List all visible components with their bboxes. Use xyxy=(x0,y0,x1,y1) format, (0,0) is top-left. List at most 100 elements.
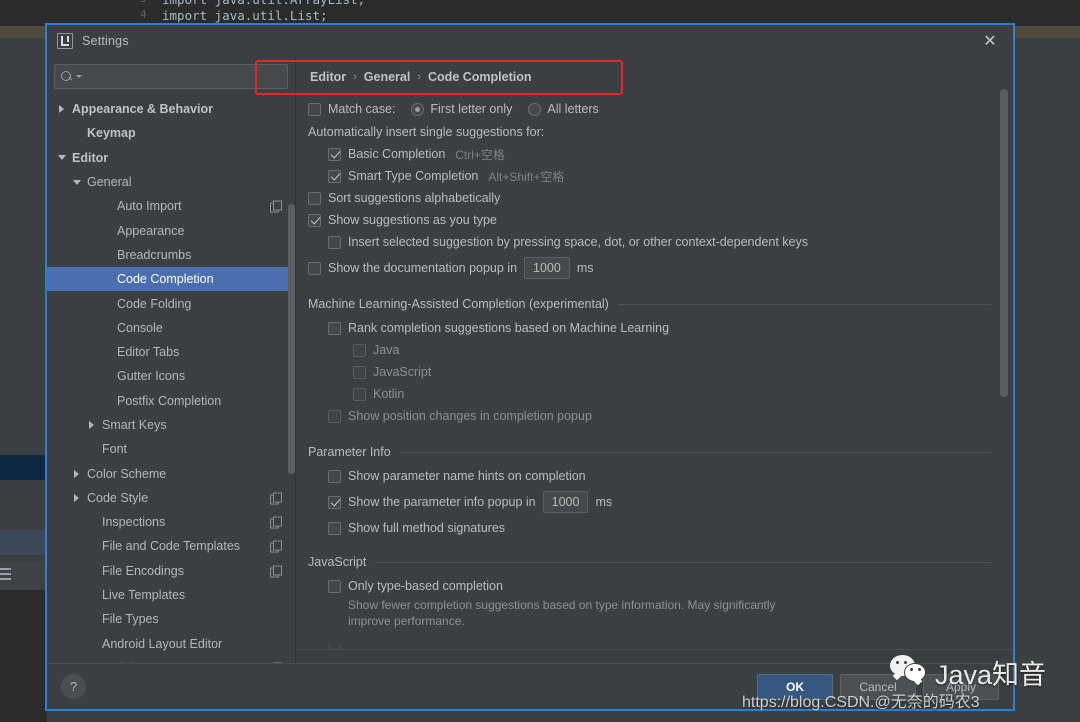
ml-section-title: Machine Learning-Assisted Completion (ex… xyxy=(308,297,609,311)
sidebar-item-console[interactable]: Console xyxy=(47,316,295,340)
sidebar-item-appearance[interactable]: Appearance xyxy=(47,218,295,242)
sidebar-item-label: Editor xyxy=(72,150,109,165)
sidebar-item-label: Gutter Icons xyxy=(117,369,186,384)
smart-type-completion-label: Smart Type Completion xyxy=(348,169,479,183)
sidebar-item-postfix-completion[interactable]: Postfix Completion xyxy=(47,389,295,413)
content-scrollbar[interactable] xyxy=(1000,89,1008,397)
sidebar-item-inspections[interactable]: Inspections xyxy=(47,510,295,534)
dialog-body: Appearance & Behavior Keymap Editor General… xyxy=(47,57,1013,663)
match-case-checkbox[interactable] xyxy=(308,102,321,116)
ml-position-changes-checkbox[interactable] xyxy=(328,409,341,423)
sidebar-item-auto-import[interactable]: Auto Import xyxy=(47,194,295,218)
sort-alphabetically-label: Sort suggestions alphabetically xyxy=(328,191,501,205)
doc-popup-label: Show the documentation popup in xyxy=(328,261,518,275)
ml-rank-checkbox[interactable] xyxy=(328,321,341,335)
sidebar-item-label: File Types xyxy=(102,612,159,627)
sidebar-item-editor[interactable]: Editor xyxy=(47,146,295,170)
auto-insert-label: Automatically insert single suggestions … xyxy=(308,125,545,139)
menu-icon[interactable] xyxy=(0,568,12,582)
sidebar-item-file-encodings[interactable]: File Encodings xyxy=(47,559,295,583)
sidebar-item-font[interactable]: Font xyxy=(47,437,295,461)
js-type-based-checkbox[interactable] xyxy=(328,579,341,593)
ml-rank-label: Rank completion suggestions based on Mac… xyxy=(348,321,670,335)
chevron-right-icon[interactable] xyxy=(55,105,68,114)
close-icon[interactable]: ✕ xyxy=(967,25,1013,57)
sidebar-item-label: File Encodings xyxy=(102,563,184,578)
sidebar-item-color-scheme[interactable]: Color Scheme xyxy=(47,461,295,485)
chevron-down-icon[interactable] xyxy=(70,179,83,185)
sidebar-item-label: Console xyxy=(117,320,163,335)
sidebar-item-gutter-icons[interactable]: Gutter Icons xyxy=(47,364,295,388)
js-type-based-row: Only type-based completion xyxy=(308,575,1013,597)
param-popup-checkbox[interactable] xyxy=(328,495,341,509)
copy-settings-icon[interactable] xyxy=(270,200,282,213)
param-full-signatures-label: Show full method signatures xyxy=(348,521,506,535)
sidebar-item-keymap[interactable]: Keymap xyxy=(47,121,295,145)
settings-dialog: Settings ✕ Appearance & Behavior Keymap Ed… xyxy=(45,23,1015,711)
doc-popup-checkbox[interactable] xyxy=(308,261,321,275)
js-type-based-label: Only type-based completion xyxy=(348,579,503,593)
smart-type-completion-checkbox[interactable] xyxy=(328,169,341,183)
first-letter-only-radio[interactable] xyxy=(411,102,425,116)
sidebar-item-label: Editor Tabs xyxy=(117,345,180,360)
all-letters-radio[interactable] xyxy=(528,102,542,116)
sidebar-item-appearance-behavior[interactable]: Appearance & Behavior xyxy=(47,97,295,121)
search-icon xyxy=(61,70,74,83)
js-section-header: JavaScript xyxy=(308,555,1013,569)
chevron-right-icon[interactable] xyxy=(70,469,83,478)
sidebar-item-live-templates[interactable]: Live Templates xyxy=(47,583,295,607)
ml-java-checkbox[interactable] xyxy=(353,343,366,357)
sidebar-item-code-completion[interactable]: Code Completion xyxy=(47,267,295,292)
chevron-right-icon[interactable] xyxy=(85,421,98,429)
sidebar-item-general[interactable]: General xyxy=(47,170,295,194)
param-name-hints-checkbox[interactable] xyxy=(328,469,341,483)
editor-side-band xyxy=(0,530,47,555)
apply-button[interactable]: Apply xyxy=(923,673,999,700)
cancel-button[interactable]: Cancel xyxy=(840,673,916,700)
ml-kotlin-row: Kotlin xyxy=(308,383,1013,405)
sidebar-item-copyright[interactable]: Copyright xyxy=(47,656,295,663)
sidebar-item-smart-keys[interactable]: Smart Keys xyxy=(47,413,295,437)
sidebar-item-editor-tabs[interactable]: Editor Tabs xyxy=(47,340,295,364)
ml-kotlin-checkbox[interactable] xyxy=(353,387,366,401)
help-button[interactable]: ? xyxy=(61,674,86,699)
sort-alphabetically-checkbox[interactable] xyxy=(308,191,321,205)
first-letter-only-label: First letter only xyxy=(430,102,513,116)
sidebar-item-code-folding[interactable]: Code Folding xyxy=(47,291,295,315)
copy-settings-icon[interactable] xyxy=(270,492,282,505)
basic-completion-row: Basic Completion Ctrl+空格 xyxy=(308,143,1013,165)
sidebar-item-file-and-code-templates[interactable]: File and Code Templates xyxy=(47,534,295,558)
breadcrumb-item-code-completion: Code Completion xyxy=(428,70,532,84)
search-input[interactable] xyxy=(82,69,281,84)
sidebar-item-file-types[interactable]: File Types xyxy=(47,607,295,631)
ml-java-row: Java xyxy=(308,339,1013,361)
chevron-down-icon[interactable] xyxy=(55,155,68,161)
sort-alphabetically-row: Sort suggestions alphabetically xyxy=(308,187,1013,209)
insert-by-keys-checkbox[interactable] xyxy=(328,235,341,249)
ml-javascript-checkbox[interactable] xyxy=(353,365,366,379)
sidebar-scrollbar[interactable] xyxy=(288,204,295,474)
copy-settings-icon[interactable] xyxy=(270,565,282,578)
all-letters-label: All letters xyxy=(547,102,599,116)
doc-popup-delay-input[interactable]: 1000 xyxy=(524,257,570,279)
sidebar-item-label: Smart Keys xyxy=(102,418,167,432)
basic-completion-checkbox[interactable] xyxy=(328,147,341,161)
sidebar-item-code-style[interactable]: Code Style xyxy=(47,486,295,510)
copy-settings-icon[interactable] xyxy=(270,540,282,553)
param-popup-delay-input[interactable]: 1000 xyxy=(542,491,589,513)
copy-settings-icon[interactable] xyxy=(270,516,282,529)
sidebar-item-label: Live Templates xyxy=(102,588,186,603)
sidebar-item-label: File and Code Templates xyxy=(102,539,241,554)
param-full-signatures-checkbox[interactable] xyxy=(328,521,341,535)
ml-section-header: Machine Learning-Assisted Completion (ex… xyxy=(308,297,1013,311)
sidebar-item-android-layout-editor[interactable]: Android Layout Editor xyxy=(47,632,295,656)
breadcrumb-item-general[interactable]: General xyxy=(364,70,411,84)
chevron-right-icon[interactable] xyxy=(70,493,83,502)
sidebar-item-breadcrumbs[interactable]: Breadcrumbs xyxy=(47,243,295,267)
show-as-you-type-checkbox[interactable] xyxy=(308,213,321,227)
sidebar-item-label: Postfix Completion xyxy=(117,393,222,408)
breadcrumb-item-editor[interactable]: Editor xyxy=(310,70,346,84)
section-divider xyxy=(399,451,991,453)
search-box[interactable] xyxy=(54,64,288,89)
ok-button[interactable]: OK xyxy=(757,673,833,700)
